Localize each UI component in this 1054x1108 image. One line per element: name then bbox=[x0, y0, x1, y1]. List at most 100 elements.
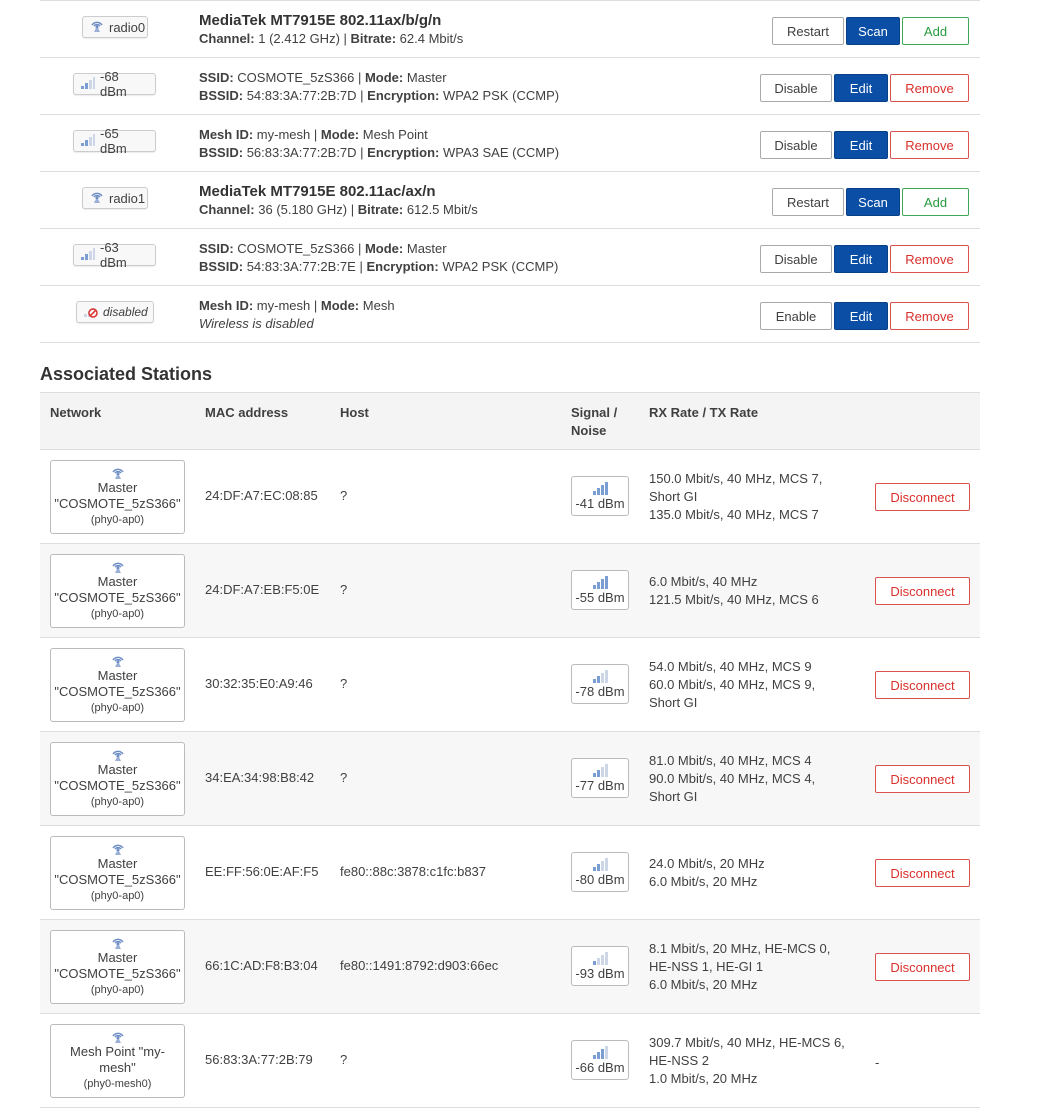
network-row: -65 dBm Mesh ID: my-mesh | Mode: Mesh Po… bbox=[40, 115, 980, 172]
channel-value: 1 (2.412 GHz) bbox=[258, 31, 340, 46]
mac-address: EE:FF:56:0E:AF:F5 bbox=[205, 864, 319, 879]
rate-line: 54.0 Mbit/s, 40 MHz, MCS 9 bbox=[649, 659, 812, 674]
network-row: -68 dBm SSID: COSMOTE_5zS366 | Mode: Mas… bbox=[40, 58, 980, 115]
network-badge: Master "COSMOTE_5zS366" (phy0-ap0) bbox=[50, 930, 185, 1004]
signal-bars-icon bbox=[572, 951, 628, 965]
enable-button[interactable]: Enable bbox=[760, 302, 832, 330]
radio-actions: Restart Scan Add bbox=[772, 17, 969, 45]
network-row-disabled: disabled Mesh ID: my-mesh | Mode: Mesh W… bbox=[40, 286, 980, 343]
restart-button[interactable]: Restart bbox=[772, 17, 844, 45]
rate-line: 6.0 Mbit/s, 20 MHz bbox=[649, 874, 758, 889]
network-badge: Master "COSMOTE_5zS366" (phy0-ap0) bbox=[50, 742, 185, 816]
rate-line: 121.5 Mbit/s, 40 MHz, MCS 6 bbox=[649, 592, 819, 607]
ssid-label: SSID: bbox=[199, 241, 234, 256]
network-mode: Master bbox=[97, 950, 138, 965]
disconnect-button[interactable]: Disconnect bbox=[875, 483, 970, 511]
rate-line: 8.1 Mbit/s, 20 MHz, HE-MCS 0, bbox=[649, 941, 831, 956]
remove-button[interactable]: Remove bbox=[890, 74, 969, 102]
rate-line: HE-NSS 1, HE-GI 1 bbox=[649, 959, 764, 974]
signal-badge: -41 dBm bbox=[571, 476, 629, 516]
network-info: Mesh ID: my-mesh | Mode: Mesh Wireless i… bbox=[199, 298, 395, 331]
associated-stations-table: Network MAC address Host Signal / Noise R… bbox=[40, 392, 980, 1108]
col-mac: MAC address bbox=[205, 405, 289, 420]
network-actions: Disable Edit Remove bbox=[760, 131, 969, 159]
signal-badge-label: -68 dBm bbox=[100, 69, 127, 99]
signal-bars-icon bbox=[80, 133, 96, 150]
disable-button[interactable]: Disable bbox=[760, 74, 832, 102]
radio-badge: radio0 bbox=[82, 16, 148, 38]
rx-tx-rate: 6.0 Mbit/s, 40 MHz 121.5 Mbit/s, 40 MHz, … bbox=[649, 573, 819, 609]
add-button[interactable]: Add bbox=[902, 188, 969, 216]
station-row: Master "COSMOTE_5zS366" (phy0-ap0) 30:32:35… bbox=[40, 638, 980, 732]
signal-badge: -77 dBm bbox=[571, 758, 629, 798]
disabled-badge-label: disabled bbox=[103, 305, 148, 319]
radio-badge: radio1 bbox=[82, 187, 148, 209]
mesh-id-label: Mesh ID: bbox=[199, 298, 254, 313]
scan-button[interactable]: Scan bbox=[846, 188, 900, 216]
disconnect-button[interactable]: Disconnect bbox=[875, 859, 970, 887]
encryption-value: WPA2 PSK (CCMP) bbox=[442, 259, 559, 274]
signal-value: -93 dBm bbox=[575, 966, 625, 981]
disable-button[interactable]: Disable bbox=[760, 131, 832, 159]
network-mode: Master bbox=[97, 574, 138, 589]
wifi-radio-icon bbox=[51, 1030, 184, 1044]
remove-button[interactable]: Remove bbox=[890, 245, 969, 273]
bssid-label: BSSID: bbox=[199, 145, 244, 160]
mac-address: 24:DF:A7:EB:F5:0E bbox=[205, 582, 320, 597]
edit-button[interactable]: Edit bbox=[834, 131, 888, 159]
station-row: Master "COSMOTE_5zS366" (phy0-ap0) 34:EA:34… bbox=[40, 732, 980, 826]
radio-title: MediaTek MT7915E 802.11ac/ax/n bbox=[199, 183, 436, 200]
network-mode: Master bbox=[97, 762, 138, 777]
signal-value: -41 dBm bbox=[575, 496, 625, 511]
network-badge: Master "COSMOTE_5zS366" (phy0-ap0) bbox=[50, 648, 185, 722]
remove-button[interactable]: Remove bbox=[890, 131, 969, 159]
mac-address: 66:1C:AD:F8:B3:04 bbox=[205, 958, 318, 973]
rate-line: 1.0 Mbit/s, 20 MHz bbox=[649, 1071, 758, 1086]
host-address: ? bbox=[340, 582, 348, 597]
network-mode: Master bbox=[97, 480, 138, 495]
disabled-status: Wireless is disabled bbox=[199, 316, 314, 331]
signal-bars-icon bbox=[572, 669, 628, 683]
host-address: ? bbox=[340, 676, 348, 691]
network-badge: Master "COSMOTE_5zS366" (phy0-ap0) bbox=[50, 554, 185, 628]
signal-bars-icon bbox=[572, 1045, 628, 1059]
disconnect-button[interactable]: Disconnect bbox=[875, 577, 970, 605]
radio-badge-label: radio1 bbox=[109, 190, 146, 206]
disconnect-button[interactable]: Disconnect bbox=[875, 671, 970, 699]
restart-button[interactable]: Restart bbox=[772, 188, 844, 216]
network-iface: (phy0-ap0) bbox=[90, 890, 145, 902]
rate-line: HE-NSS 2 bbox=[649, 1053, 709, 1068]
disconnect-button[interactable]: Disconnect bbox=[875, 953, 970, 981]
add-button[interactable]: Add bbox=[902, 17, 969, 45]
bitrate-label: Bitrate: bbox=[357, 202, 404, 217]
radio-badge-label: radio0 bbox=[109, 19, 146, 35]
signal-bars-icon bbox=[572, 857, 628, 871]
remove-button[interactable]: Remove bbox=[890, 302, 969, 330]
edit-button[interactable]: Edit bbox=[834, 302, 888, 330]
table-header: Network MAC address Host Signal / Noise R… bbox=[40, 392, 980, 450]
rate-line: 6.0 Mbit/s, 20 MHz bbox=[649, 977, 758, 992]
signal-value: -77 dBm bbox=[575, 778, 625, 793]
disabled-signal-icon bbox=[83, 304, 99, 321]
signal-badge: -65 dBm bbox=[73, 126, 156, 156]
rx-tx-rate: 8.1 Mbit/s, 20 MHz, HE-MCS 0, HE-NSS 1, H… bbox=[649, 940, 830, 994]
rate-line: 150.0 Mbit/s, 40 MHz, MCS 7, bbox=[649, 471, 823, 486]
edit-button[interactable]: Edit bbox=[834, 245, 888, 273]
scan-button[interactable]: Scan bbox=[846, 17, 900, 45]
disable-button[interactable]: Disable bbox=[760, 245, 832, 273]
radio-channel-line: Channel: 36 (5.180 GHz) | Bitrate: 612.5… bbox=[199, 202, 478, 217]
rx-tx-rate: 150.0 Mbit/s, 40 MHz, MCS 7, Short GI 135.… bbox=[649, 470, 822, 524]
network-mode: Master bbox=[97, 668, 138, 683]
encryption-label: Encryption: bbox=[366, 259, 439, 274]
network-ssid: mesh" bbox=[99, 1060, 136, 1075]
rate-line: Short GI bbox=[649, 695, 698, 710]
mesh-id-label: Mesh ID: bbox=[199, 127, 254, 142]
network-ssid: "COSMOTE_5zS366" bbox=[54, 778, 181, 793]
mac-address: 34:EA:34:98:B8:42 bbox=[205, 770, 315, 785]
network-badge: Mesh Point "my-mesh" (phy0-mesh0) bbox=[50, 1024, 185, 1098]
radio-info: MediaTek MT7915E 802.11ax/b/g/n Channel:… bbox=[199, 12, 463, 48]
bssid-label: BSSID: bbox=[199, 88, 244, 103]
disconnect-button[interactable]: Disconnect bbox=[875, 765, 970, 793]
edit-button[interactable]: Edit bbox=[834, 74, 888, 102]
wifi-radio-icon bbox=[51, 842, 184, 856]
